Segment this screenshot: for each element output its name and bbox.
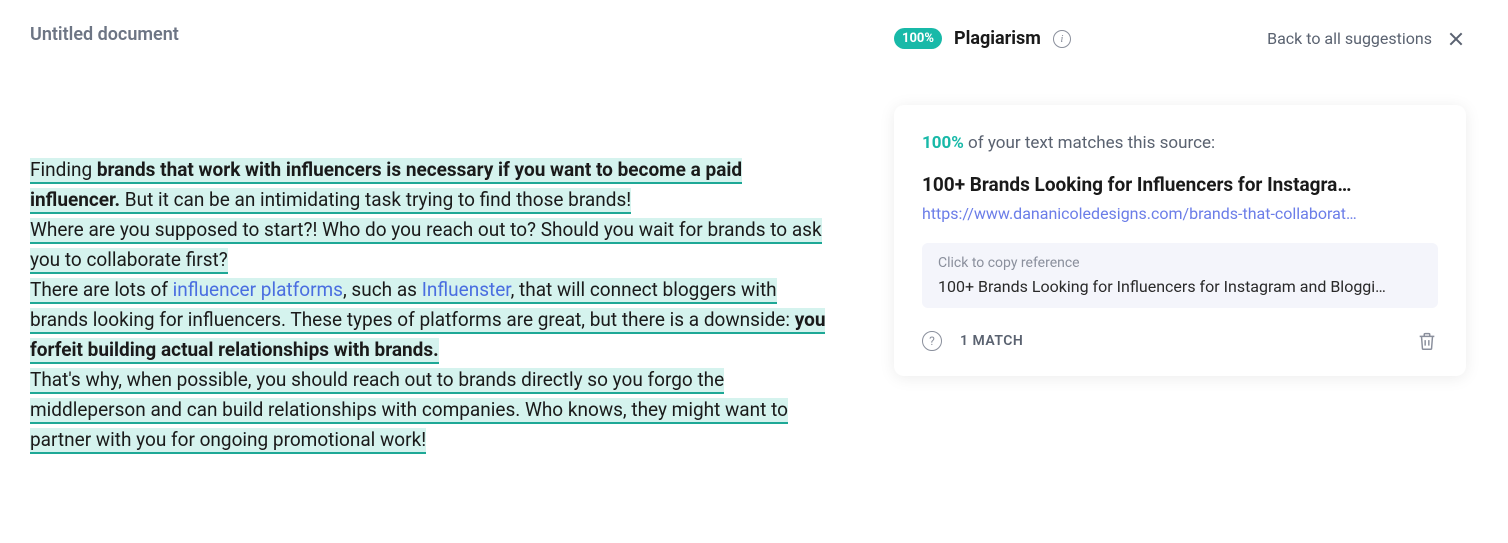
highlighted-text[interactable]: Where are you supposed to start?! Who do…	[30, 218, 822, 274]
source-url[interactable]: https://www.dananicoledesigns.com/brands…	[922, 204, 1438, 223]
highlighted-text[interactable]: There are lots of influencer platforms, …	[30, 278, 825, 364]
close-icon[interactable]	[1446, 29, 1466, 49]
footer-left: ? 1 MATCH	[922, 331, 1023, 351]
sidebar-header: 100% Plagiarism i Back to all suggestion…	[894, 28, 1466, 49]
reference-copy-box[interactable]: Click to copy reference 100+ Brands Look…	[922, 243, 1438, 308]
highlighted-text[interactable]: That's why, when possible, you should re…	[30, 368, 788, 454]
editor-pane: Untitled document Finding brands that wo…	[0, 0, 870, 543]
source-card: 100% of your text matches this source: 1…	[894, 105, 1466, 376]
help-icon[interactable]: ?	[922, 331, 942, 351]
match-percentage: 100%	[922, 133, 964, 153]
highlighted-text[interactable]: Finding brands that work with influencer…	[30, 158, 742, 214]
sidebar-pane: 100% Plagiarism i Back to all suggestion…	[870, 0, 1490, 543]
back-link[interactable]: Back to all suggestions	[1267, 29, 1432, 48]
match-summary: 100% of your text matches this source:	[922, 133, 1438, 153]
document-content[interactable]: Finding brands that work with influencer…	[30, 155, 830, 455]
source-title: 100+ Brands Looking for Influencers for …	[922, 173, 1438, 196]
plagiarism-label: Plagiarism	[954, 28, 1041, 49]
document-title[interactable]: Untitled document	[30, 24, 830, 45]
match-count: 1 MATCH	[960, 333, 1023, 349]
link-influenster[interactable]: Influenster	[422, 278, 511, 301]
header-right: Back to all suggestions	[1267, 29, 1466, 49]
header-left: 100% Plagiarism i	[894, 28, 1071, 49]
card-footer: ? 1 MATCH	[922, 330, 1438, 352]
reference-text: 100+ Brands Looking for Influencers for …	[938, 277, 1422, 296]
trash-icon[interactable]	[1416, 330, 1438, 352]
info-icon[interactable]: i	[1053, 30, 1071, 48]
plagiarism-badge: 100%	[894, 28, 942, 49]
reference-hint: Click to copy reference	[938, 255, 1422, 271]
link-influencer-platforms[interactable]: influencer platforms	[173, 278, 343, 301]
